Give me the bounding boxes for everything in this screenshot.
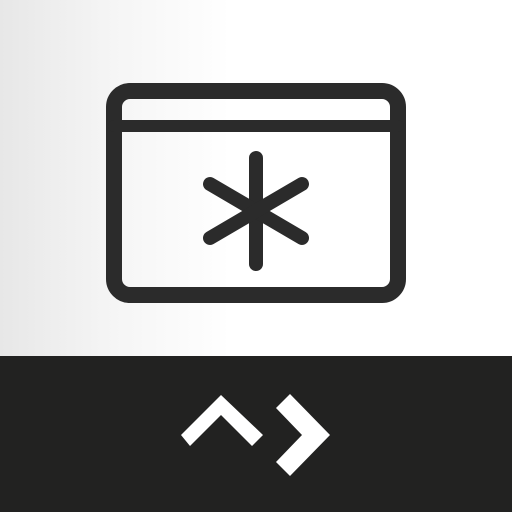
app-icon bbox=[0, 0, 512, 512]
password-window-icon bbox=[106, 83, 406, 303]
asterisk-icon bbox=[203, 151, 309, 271]
brand-band-svg bbox=[0, 356, 512, 512]
top-panel bbox=[0, 0, 512, 356]
bottom-band bbox=[0, 356, 512, 512]
